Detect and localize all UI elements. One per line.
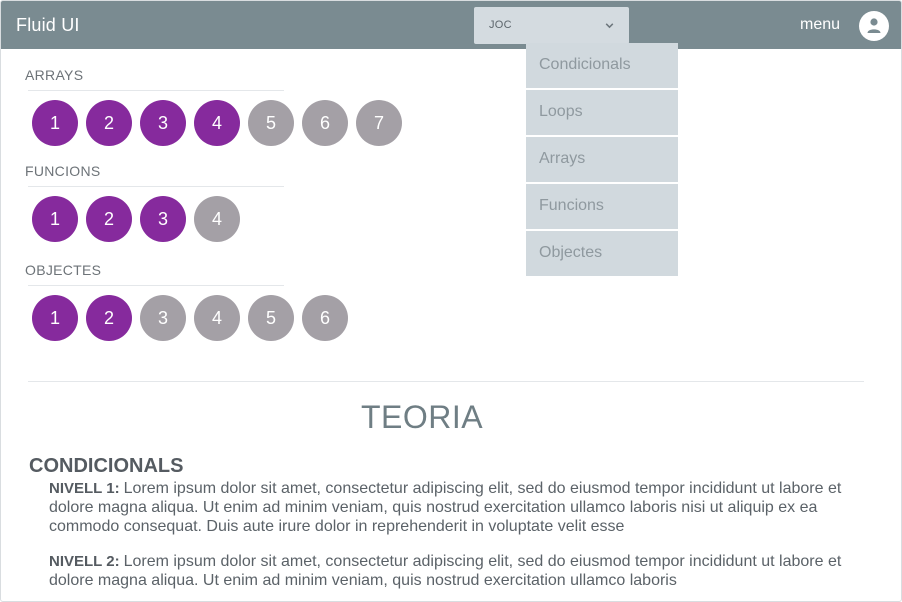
level-button-arrays-7[interactable]: 7 — [356, 100, 402, 146]
dropdown-item-funcions[interactable]: Funcions — [526, 184, 678, 229]
theory-topic: CONDICIONALS — [29, 455, 184, 477]
group-divider — [28, 90, 284, 91]
level-button-arrays-2[interactable]: 2 — [86, 100, 132, 146]
level-button-objectes-2[interactable]: 2 — [86, 295, 132, 341]
avatar[interactable] — [859, 11, 889, 41]
game-select[interactable]: JOC — [474, 7, 629, 44]
theory-level-1: NIVELL 1: Lorem ipsum dolor sit amet, con… — [49, 479, 861, 536]
game-dropdown-menu: Condicionals Loops Arrays Funcions Objectes — [526, 43, 678, 278]
level-button-arrays-3[interactable]: 3 — [140, 100, 186, 146]
level-button-arrays-4[interactable]: 4 — [194, 100, 240, 146]
dropdown-item-arrays[interactable]: Arrays — [526, 137, 678, 182]
theory-level-text: Lorem ipsum dolor sit amet, consectetur … — [49, 480, 842, 535]
theory-title: TEORIA — [360, 399, 484, 435]
menu-button[interactable]: menu — [800, 16, 840, 34]
level-button-objectes-1[interactable]: 1 — [32, 295, 78, 341]
theory-level-text: Lorem ipsum dolor sit amet, consectetur … — [49, 553, 842, 589]
theory-level-2: NIVELL 2: Lorem ipsum dolor sit amet, con… — [49, 552, 861, 590]
level-button-funcions-1[interactable]: 1 — [32, 196, 78, 242]
theory-level-label: NIVELL 1: — [49, 480, 120, 497]
level-button-objectes-6[interactable]: 6 — [302, 295, 348, 341]
game-select-value: JOC — [489, 19, 512, 31]
level-button-arrays-6[interactable]: 6 — [302, 100, 348, 146]
level-button-objectes-4[interactable]: 4 — [194, 295, 240, 341]
level-button-funcions-3[interactable]: 3 — [140, 196, 186, 242]
level-button-arrays-5[interactable]: 5 — [248, 100, 294, 146]
brand-title[interactable]: Fluid UI — [16, 15, 80, 36]
theory-level-label: NIVELL 2: — [49, 553, 120, 570]
group-divider — [28, 285, 284, 286]
dropdown-item-loops[interactable]: Loops — [526, 90, 678, 135]
group-title-arrays: ARRAYS — [25, 67, 84, 83]
level-button-objectes-3[interactable]: 3 — [140, 295, 186, 341]
user-icon — [867, 18, 881, 33]
group-title-objectes: OBJECTES — [25, 262, 102, 278]
chevron-down-icon — [605, 23, 614, 29]
section-divider — [28, 381, 864, 382]
group-title-funcions: FUNCIONS — [25, 163, 101, 179]
dropdown-item-objectes[interactable]: Objectes — [526, 231, 678, 276]
app-window: Fluid UI JOC menu Condicionals Loops Array… — [0, 0, 902, 602]
level-button-funcions-2[interactable]: 2 — [86, 196, 132, 242]
level-button-arrays-1[interactable]: 1 — [32, 100, 78, 146]
dropdown-item-condicionals[interactable]: Condicionals — [526, 43, 678, 88]
level-button-funcions-4[interactable]: 4 — [194, 196, 240, 242]
group-divider — [28, 186, 284, 187]
top-bar: Fluid UI JOC menu — [1, 1, 901, 49]
level-button-objectes-5[interactable]: 5 — [248, 295, 294, 341]
